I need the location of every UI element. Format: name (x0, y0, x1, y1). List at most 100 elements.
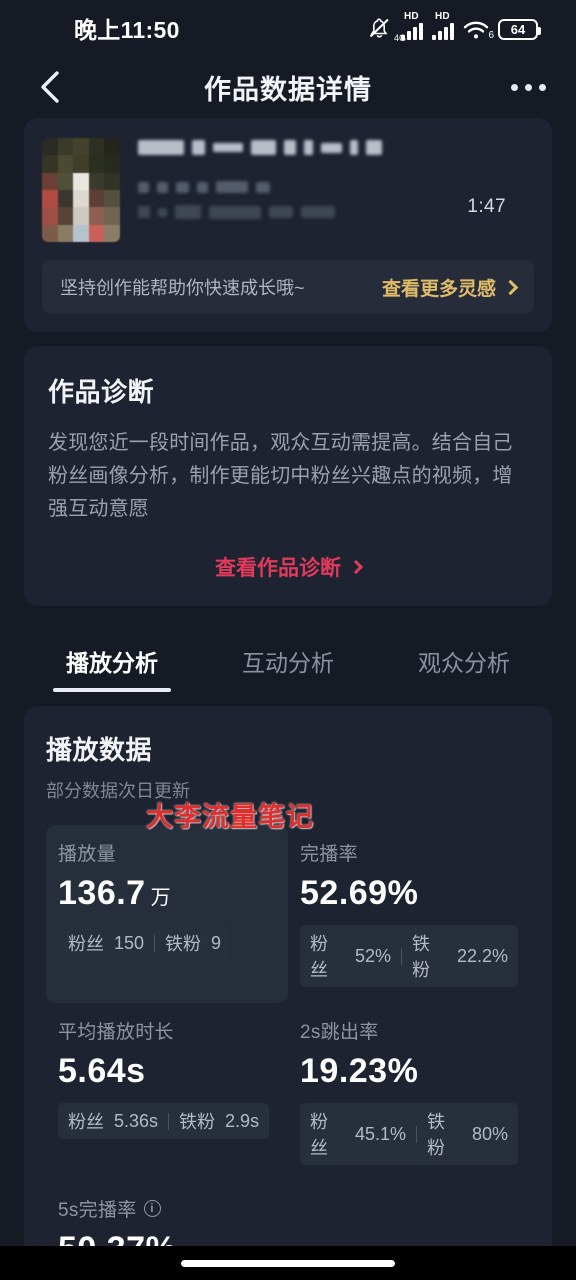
metric-number: 50.37% (58, 1230, 176, 1246)
superfans-label: 铁粉 (411, 934, 430, 980)
metric-breakdown: 粉丝 52% 铁粉 22.2% (300, 925, 518, 987)
wifi-generation-label: 6 (488, 30, 494, 41)
chevron-right-icon (502, 279, 519, 295)
metric-label-text: 5s完播率 (58, 1200, 137, 1221)
signal-icon-2: HD (432, 11, 454, 40)
status-time: 晚上11:50 (74, 17, 180, 43)
status-bar: 晚上11:50 HD 4G HD 6 64 (0, 0, 576, 56)
info-icon[interactable]: i (143, 1200, 161, 1217)
fans-value: 45.1% (354, 1123, 407, 1144)
tab-interaction-analysis[interactable]: 互动分析 (200, 628, 376, 700)
metric-value: 136.7 万 (58, 874, 276, 913)
metric-number: 136.7 (58, 874, 146, 912)
tab-playback-analysis[interactable]: 播放分析 (24, 628, 200, 700)
inspiration-banner[interactable]: 坚持创作能帮助你快速成长哦~ 查看更多灵感 (42, 260, 534, 314)
battery-icon: 64 (498, 19, 541, 40)
view-more-inspiration-link[interactable]: 查看更多灵感 (381, 274, 519, 301)
tab-label: 互动分析 (242, 650, 334, 676)
superfans-label: 铁粉 (426, 1112, 445, 1158)
divider (154, 934, 156, 952)
superfans-value: 9 (211, 932, 222, 953)
more-dot (525, 83, 532, 91)
fans-label: 粉丝 (68, 934, 104, 954)
chevron-right-icon (348, 559, 364, 575)
diagnosis-title: 作品诊断 (48, 377, 155, 407)
metric-value: 52.69% (300, 874, 518, 913)
fans-label: 粉丝 (68, 1112, 104, 1132)
video-title-redacted (138, 140, 534, 155)
playback-data-card: 播放数据 部分数据次日更新 播放量 136.7 万 粉丝 150 铁粉 9 完播… (24, 706, 552, 1246)
chevron-left-icon (41, 71, 59, 103)
fans-label: 粉丝 (310, 1112, 328, 1158)
more-dot (539, 83, 546, 91)
analysis-tabs[interactable]: 播放分析 互动分析 观众分析 (24, 620, 552, 700)
network-label-1: 4G (394, 33, 407, 43)
metric-breakdown: 粉丝 5.36s 铁粉 2.9s (58, 1103, 270, 1139)
divider (401, 947, 402, 965)
back-button[interactable] (30, 67, 70, 107)
wifi-icon: 6 (463, 20, 494, 41)
view-diagnosis-link[interactable]: 查看作品诊断 (48, 552, 528, 582)
superfans-value: 2.9s (225, 1110, 260, 1131)
app-screen: 晚上11:50 HD 4G HD 6 64 作品数据详情 1:47 坚持创作能帮… (0, 0, 576, 1280)
bell-mute-icon (367, 16, 392, 40)
metric-completion-rate[interactable]: 完播率 52.69% 粉丝 52% 铁粉 22.2% (288, 825, 530, 1003)
video-meta: 1:47 (138, 138, 534, 242)
video-summary-card[interactable]: 1:47 坚持创作能帮助你快速成长哦~ 查看更多灵感 (24, 118, 552, 332)
metric-breakdown: 粉丝 150 铁粉 9 (58, 925, 232, 961)
video-thumbnail[interactable] (42, 138, 120, 242)
metric-5s-completion-rate[interactable]: 5s完播率 i 50.37% (46, 1181, 530, 1246)
home-indicator-area (0, 1246, 576, 1280)
metric-unit: 万 (150, 887, 172, 909)
more-dot (511, 83, 518, 91)
video-duration: 1:47 (467, 196, 506, 217)
metric-label: 2s跳出率 (300, 1022, 379, 1043)
status-icons: HD 4G HD 6 64 (367, 11, 541, 43)
page-title: 作品数据详情 (204, 74, 372, 105)
home-indicator[interactable] (181, 1259, 395, 1267)
metric-2s-bounce-rate[interactable]: 2s跳出率 19.23% 粉丝 45.1% 铁粉 80% (288, 1003, 530, 1181)
metrics-row: 平均播放时长 5.64s 粉丝 5.36s 铁粉 2.9s 2s跳出率 19.2… (46, 1003, 530, 1181)
hd-label-2: HD (435, 11, 450, 22)
battery-level-label: 64 (510, 22, 526, 37)
metric-number: 19.23% (300, 1052, 419, 1090)
fans-label: 粉丝 (310, 934, 328, 980)
signal-icon-1: HD 4G (394, 11, 423, 43)
fans-value: 150 (114, 932, 145, 953)
nav-bar: 作品数据详情 (0, 56, 576, 118)
view-diagnosis-label: 查看作品诊断 (215, 557, 341, 580)
view-more-inspiration-label: 查看更多灵感 (381, 278, 496, 300)
metric-label: 播放量 (58, 844, 116, 865)
metrics-grid: 播放量 136.7 万 粉丝 150 铁粉 9 完播率 52.69% 粉丝 52… (46, 825, 530, 1246)
superfans-value: 80% (471, 1123, 508, 1144)
metric-number: 52.69% (300, 874, 419, 912)
metric-label: 5s完播率 i (58, 1195, 518, 1222)
fans-value: 52% (354, 945, 391, 966)
playback-data-title: 播放数据 (46, 735, 153, 765)
playback-data-subtitle: 部分数据次日更新 (46, 781, 190, 801)
metrics-row: 5s完播率 i 50.37% (46, 1181, 530, 1246)
metric-play-count[interactable]: 播放量 136.7 万 粉丝 150 铁粉 9 (46, 825, 288, 1003)
inspiration-text: 坚持创作能帮助你快速成长哦~ (60, 278, 305, 298)
scroll-content[interactable]: 1:47 坚持创作能帮助你快速成长哦~ 查看更多灵感 作品诊断 发现您近一段时间… (0, 118, 576, 1246)
work-diagnosis-card: 作品诊断 发现您近一段时间作品，观众互动需提高。结合自己粉丝画像分析，制作更能切… (24, 346, 552, 606)
divider (168, 1112, 170, 1130)
more-options-button[interactable] (511, 83, 546, 91)
divider (416, 1125, 417, 1143)
metric-number: 5.64s (58, 1052, 146, 1090)
fans-value: 5.36s (114, 1110, 159, 1131)
metric-label: 平均播放时长 (58, 1022, 174, 1043)
video-stats-redacted (138, 181, 534, 193)
metric-value: 19.23% (300, 1052, 518, 1091)
tab-label: 观众分析 (418, 650, 510, 676)
metrics-row: 播放量 136.7 万 粉丝 150 铁粉 9 完播率 52.69% 粉丝 52… (46, 825, 530, 1003)
metric-average-play-duration[interactable]: 平均播放时长 5.64s 粉丝 5.36s 铁粉 2.9s (46, 1003, 288, 1181)
superfans-value: 22.2% (456, 945, 508, 966)
superfans-label: 铁粉 (179, 1112, 216, 1132)
superfans-label: 铁粉 (165, 934, 202, 954)
tab-audience-analysis[interactable]: 观众分析 (376, 628, 552, 700)
metric-value: 50.37% (58, 1230, 518, 1246)
hd-label-1: HD (404, 11, 419, 22)
diagnosis-body: 发现您近一段时间作品，观众互动需提高。结合自己粉丝画像分析，制作更能切中粉丝兴趣… (48, 432, 513, 520)
metric-value: 5.64s (58, 1052, 276, 1091)
